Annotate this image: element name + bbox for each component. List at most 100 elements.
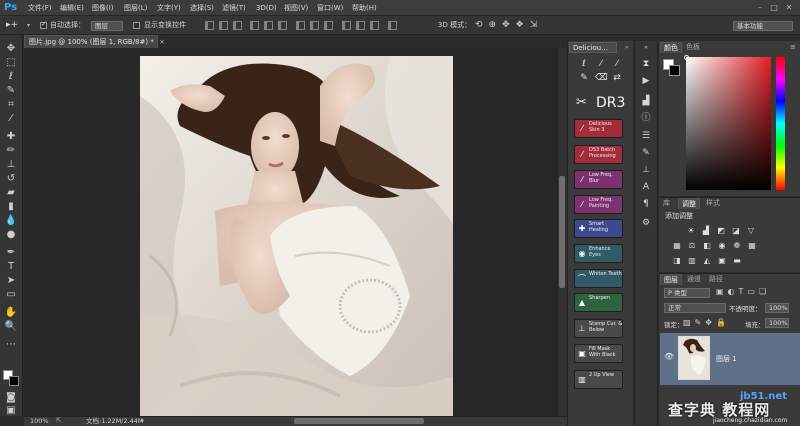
strip-collapse-icon[interactable]: « (640, 44, 652, 52)
align-right-icon[interactable] (278, 21, 287, 30)
background-color-swatch[interactable] (9, 376, 19, 386)
align-bottom-icon[interactable] (233, 21, 242, 30)
align-top-icon[interactable] (205, 21, 214, 30)
chevron-down-icon[interactable]: ▾ (27, 20, 33, 31)
gradient-tool-icon[interactable]: ▮ (4, 200, 18, 213)
channel-mixer-icon[interactable]: ❁ (732, 241, 742, 251)
blur-tool-icon[interactable]: 💧 (4, 214, 18, 227)
curves-icon[interactable]: ◩ (716, 226, 726, 236)
actions-icon[interactable]: ▶ (640, 76, 652, 87)
align-left-icon[interactable] (250, 21, 259, 30)
lasso-icon[interactable]: ℓ (578, 59, 590, 70)
show-transform-checkbox[interactable] (133, 22, 140, 29)
zoom-tool-icon[interactable]: 🔍 (4, 320, 18, 333)
exposure-icon[interactable]: ◪ (731, 226, 741, 236)
action-button[interactable]: ⁄ Low Freq. Painting (574, 195, 623, 214)
tab-swatches[interactable]: 色板 (683, 42, 703, 53)
action-button[interactable]: ⌒ Whiten Teeth (574, 269, 623, 288)
lasso-tool-icon[interactable]: ℓ (4, 70, 18, 83)
healing-brush-tool-icon[interactable]: ✚ (4, 130, 18, 143)
color-picker-cursor[interactable] (684, 55, 689, 60)
vibrance-icon[interactable]: ▽ (746, 226, 756, 236)
auto-select-dropdown[interactable]: 图层 (91, 21, 123, 31)
chevron-right-icon[interactable]: ▸ (141, 416, 149, 426)
distribute-left-icon[interactable] (342, 21, 351, 30)
action-button[interactable]: ⁄ Low Freq. Blur (574, 170, 623, 189)
hue-slider[interactable] (776, 57, 785, 190)
history-brush-tool-icon[interactable]: ↺ (4, 172, 18, 185)
dodge-tool-icon[interactable]: ● (4, 228, 18, 241)
info-icon[interactable]: ⓘ (640, 113, 652, 124)
tab-layers[interactable]: 图层 (660, 274, 682, 285)
eyedropper-tool-icon[interactable]: ⁄ (4, 112, 18, 125)
hue-sat-icon[interactable]: ▦ (672, 241, 682, 251)
auto-align-icon[interactable] (388, 21, 397, 30)
eraser-icon[interactable]: ⌫ (595, 73, 608, 84)
menu-3d[interactable]: 3D(D) (256, 2, 277, 14)
history-icon[interactable]: ⧗ (640, 59, 652, 70)
brush-icon[interactable]: ⁄ (595, 59, 607, 70)
clone-source-icon[interactable]: ⊥ (640, 165, 652, 176)
menu-edit[interactable]: 编辑(E) (60, 2, 84, 14)
swap-icon[interactable]: ⇄ (611, 73, 623, 84)
blend-mode-dropdown[interactable]: 正常 (664, 303, 726, 313)
tab-libraries[interactable]: 库 (660, 198, 673, 209)
align-hcenter-icon[interactable] (264, 21, 273, 30)
crop-tool-icon[interactable]: ⌗ (4, 98, 18, 111)
eraser-tool-icon[interactable]: ▰ (4, 186, 18, 199)
hand-tool-icon[interactable]: ✋ (4, 306, 18, 319)
zoom-level[interactable]: 100% (30, 416, 49, 426)
brush-alt-icon[interactable]: ⁄ (611, 59, 623, 70)
invert-icon[interactable]: ◨ (672, 256, 682, 266)
brush-tool-icon[interactable]: ✏ (4, 144, 18, 157)
character-icon[interactable]: A (640, 182, 652, 193)
layer-filter-dropdown[interactable]: P 类型 (664, 288, 710, 298)
menu-layer[interactable]: 图层(L) (124, 2, 147, 14)
action-button[interactable]: ▣ Fill Mask With Black (574, 344, 623, 363)
tab-adjustments[interactable]: 调整 (678, 198, 700, 209)
tab-styles[interactable]: 样式 (703, 198, 723, 209)
export-icon[interactable]: ⇱ (56, 416, 64, 426)
photo-filter-icon[interactable]: ◉ (717, 241, 727, 251)
menu-select[interactable]: 选择(S) (190, 2, 214, 14)
close-button[interactable]: ✕ (784, 3, 794, 13)
close-tab-icon[interactable]: × (159, 38, 165, 46)
tab-paths[interactable]: 路径 (706, 274, 726, 285)
tab-channels[interactable]: 通道 (684, 274, 704, 285)
edit-toolbar-icon[interactable]: ⋯ (4, 338, 18, 351)
action-button[interactable]: ⊥ Stamp Cur. & Below (574, 319, 623, 338)
vertical-scroll-thumb[interactable] (559, 176, 565, 288)
layer-name[interactable]: 图层 1 (716, 354, 737, 364)
horizontal-scroll-thumb[interactable] (294, 418, 424, 424)
menu-view[interactable]: 视图(V) (284, 2, 308, 14)
brush-presets-icon[interactable]: ✎ (640, 148, 652, 159)
fill-input[interactable]: 100% (765, 318, 789, 328)
screen-mode-icon[interactable]: ▣ (4, 404, 18, 417)
layer-filter-icons[interactable]: ▣◐T▭❏ (716, 287, 786, 297)
pen-tool-icon[interactable]: ✒ (4, 246, 18, 259)
visibility-eye-icon[interactable]: 👁 (664, 352, 674, 361)
brightness-icon[interactable]: ☀ (686, 226, 696, 236)
panel-menu-icon[interactable]: ≡ (790, 43, 798, 51)
action-button[interactable]: ⁄ DS3 Batch Processing (574, 145, 623, 164)
heal-icon[interactable]: ✎ (578, 73, 590, 84)
quick-mask-icon[interactable]: ◙ (4, 391, 18, 404)
posterize-icon[interactable]: ▥ (687, 256, 697, 266)
distribute-hcenter-icon[interactable] (356, 21, 365, 30)
document-tab[interactable]: 图片.jpg @ 100% (图层 1, RGB/8#) * × (24, 35, 165, 48)
lock-icons[interactable]: ▨✎✥🔒 (683, 318, 743, 328)
distribute-top-icon[interactable] (296, 21, 305, 30)
action-button[interactable]: ▲ Sharpen (574, 293, 623, 312)
path-select-tool-icon[interactable]: ➤ (4, 274, 18, 287)
properties-icon[interactable]: ☰ (640, 131, 652, 142)
minimize-button[interactable]: – (755, 3, 765, 13)
auto-select-checkbox[interactable] (40, 20, 47, 29)
distribute-right-icon[interactable] (370, 21, 379, 30)
paragraph-icon[interactable]: ¶ (640, 199, 652, 210)
menu-filter[interactable]: 滤镜(T) (222, 2, 246, 14)
menu-type[interactable]: 文字(Y) (157, 2, 181, 14)
action-button[interactable]: ◉ Enhance Eyes (574, 244, 623, 263)
shape-tool-icon[interactable]: ▭ (4, 288, 18, 301)
selective-color-icon[interactable]: ▣ (717, 256, 727, 266)
color-field[interactable] (686, 57, 771, 190)
